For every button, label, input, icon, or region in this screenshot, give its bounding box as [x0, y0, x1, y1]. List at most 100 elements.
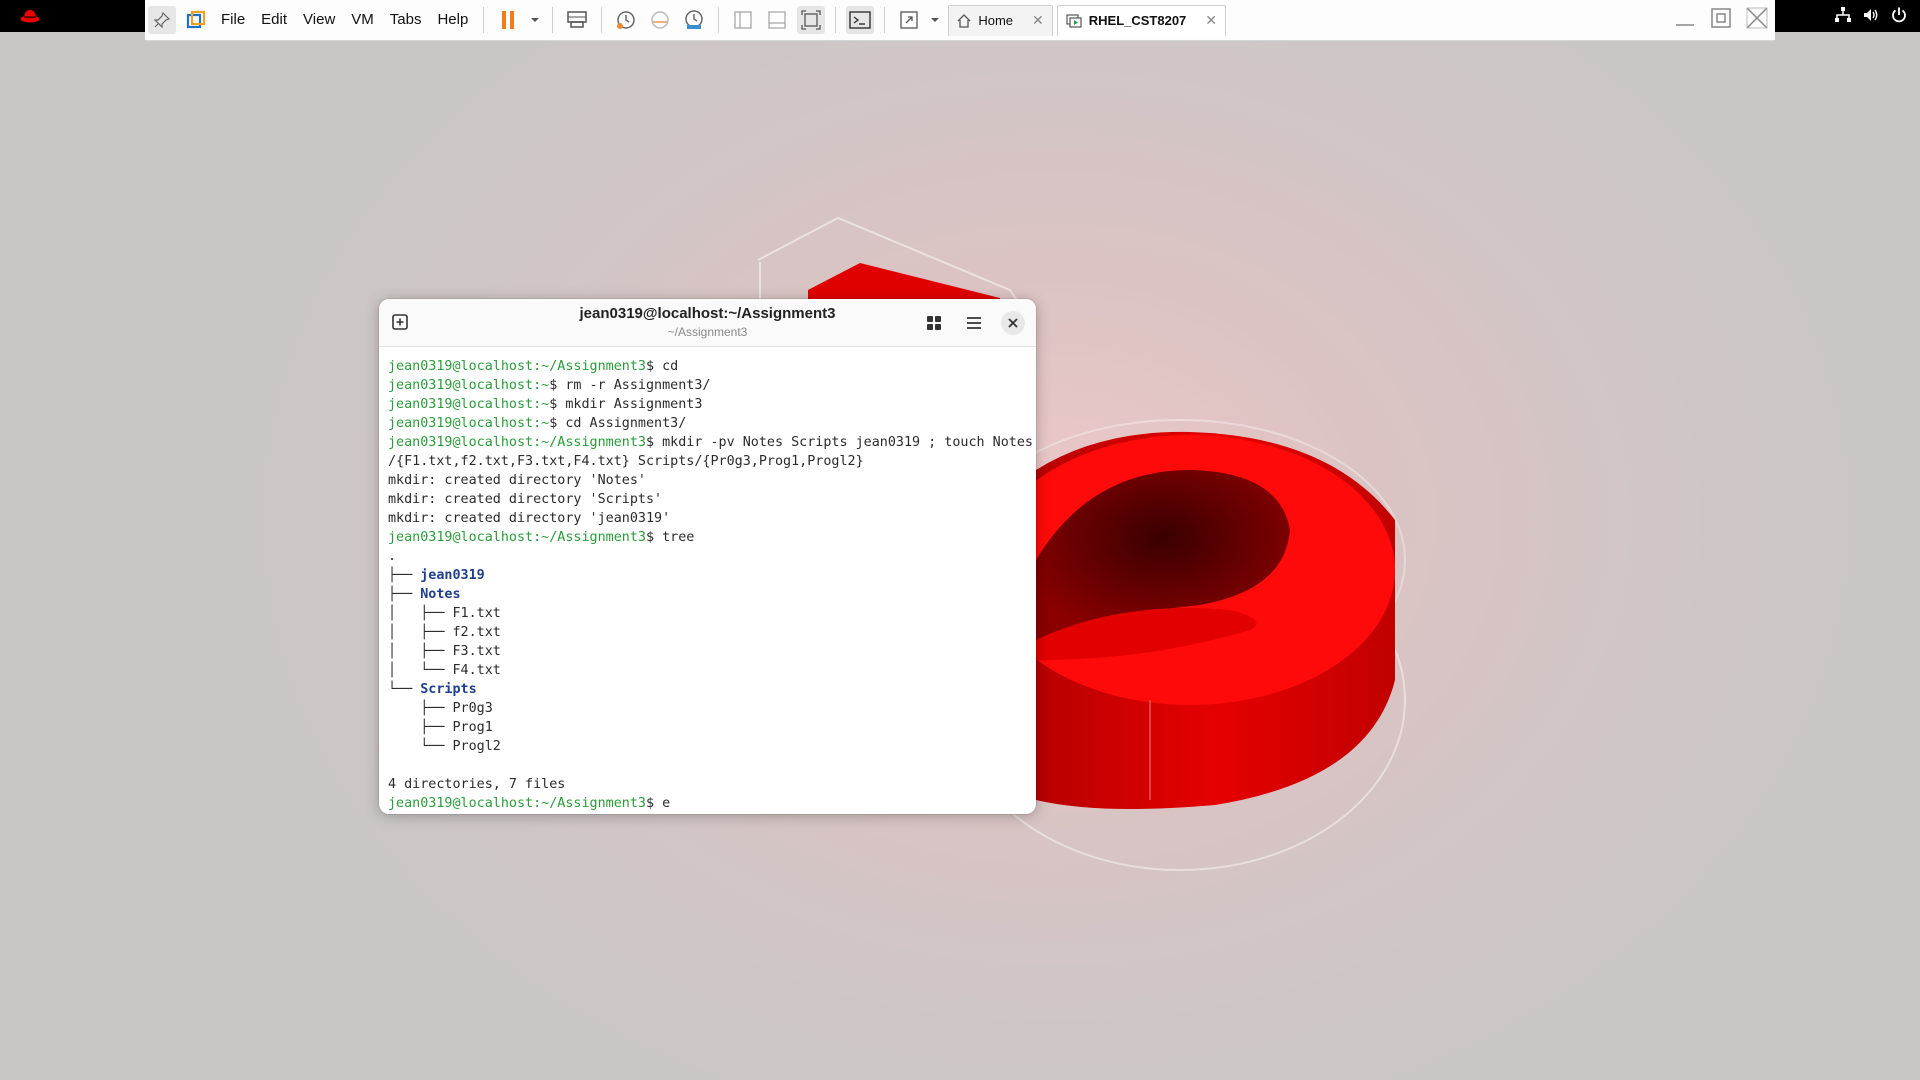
- prompt-path: :~/Assignment3: [533, 435, 646, 450]
- snapshot-manager-icon[interactable]: [680, 6, 708, 34]
- revert-snapshot-icon[interactable]: [646, 6, 674, 34]
- prompt-user-host: jean0319@localhost: [388, 378, 534, 393]
- toolbar-separator: [718, 7, 720, 33]
- toolbar-separator: [884, 7, 886, 33]
- prompt-user-host: jean0319@localhost: [388, 416, 534, 431]
- send-ctrl-alt-del-icon[interactable]: [563, 6, 591, 34]
- close-tab-rhel-icon[interactable]: ✕: [1205, 12, 1217, 29]
- show-thumbnail-bar-icon[interactable]: [763, 6, 791, 34]
- show-library-icon[interactable]: [729, 6, 757, 34]
- vm-icon: [1066, 13, 1082, 28]
- prompt-user-host: jean0319@localhost: [388, 435, 534, 450]
- menu-vm[interactable]: VM: [343, 0, 382, 40]
- terminal-line: │ └── F4.txt: [388, 661, 1036, 680]
- prompt-path: :~: [533, 397, 550, 412]
- close-tab-home-icon[interactable]: ✕: [1032, 12, 1044, 29]
- tree-file: Prog1: [452, 720, 493, 735]
- take-snapshot-icon[interactable]: [612, 6, 640, 34]
- tree-directory: jean0319: [420, 568, 485, 583]
- pause-icon[interactable]: [494, 6, 522, 34]
- tree-file: Progl2: [452, 739, 501, 754]
- main-menu-button[interactable]: [962, 311, 986, 335]
- terminal-line: jean0319@localhost:~/Assignment3$ e: [388, 794, 1036, 813]
- full-screen-icon[interactable]: [797, 6, 826, 34]
- terminal-line: ├── Notes: [388, 585, 1036, 604]
- terminal-line: ├── jean0319: [388, 566, 1036, 585]
- stretch-guest-icon[interactable]: [895, 6, 923, 34]
- prompt-path: :~/Assignment3: [533, 796, 646, 811]
- terminal-line: mkdir: created directory 'jean0319': [388, 509, 1036, 528]
- command-text: $ tree: [646, 530, 695, 545]
- minimize-icon[interactable]: [1673, 6, 1697, 30]
- menu-tabs[interactable]: Tabs: [382, 0, 430, 40]
- terminal-line: 4 directories, 7 files: [388, 775, 1036, 794]
- tree-branch: │ ├──: [388, 606, 453, 621]
- toolbar-separator: [552, 7, 554, 33]
- terminal-line: jean0319@localhost:~$ rm -r Assignment3/: [388, 376, 1036, 395]
- tab-home[interactable]: Home ✕: [948, 4, 1053, 36]
- power-icon[interactable]: [1890, 6, 1908, 24]
- command-text: $ cd Assignment3/: [549, 416, 687, 431]
- menu-edit[interactable]: Edit: [253, 0, 295, 40]
- terminal-line: └── Progl2: [388, 737, 1036, 756]
- tree-branch: │ └──: [388, 663, 453, 678]
- command-text: $ rm -r Assignment3/: [549, 378, 711, 393]
- network-icon[interactable]: [1834, 6, 1852, 24]
- prompt-path: :~/Assignment3: [533, 359, 646, 374]
- command-text: $ e: [646, 796, 671, 811]
- tree-branch: │ ├──: [388, 625, 453, 640]
- tree-branch: ├──: [388, 568, 421, 583]
- pin-toolbar-icon[interactable]: [148, 6, 176, 34]
- tree-directory: Notes: [420, 587, 461, 602]
- menu-view[interactable]: View: [295, 0, 343, 40]
- terminal-line: jean0319@localhost:~/Assignment3$ tree: [388, 528, 1036, 547]
- redhat-logo-icon[interactable]: [20, 8, 40, 24]
- output-text: mkdir: created directory 'jean0319': [388, 511, 671, 526]
- prompt-user-host: jean0319@localhost: [388, 530, 534, 545]
- vmware-logo-icon[interactable]: [182, 6, 210, 34]
- home-icon: [957, 13, 971, 28]
- tree-branch: ├──: [388, 587, 421, 602]
- terminal-line: jean0319@localhost:~/Assignment3$ mkdir …: [388, 433, 1036, 452]
- terminal-line: jean0319@localhost:~$ mkdir Assignment3: [388, 395, 1036, 414]
- terminal-line: jean0319@localhost:~$ cd Assignment3/: [388, 414, 1036, 433]
- tree-file: F4.txt: [452, 663, 501, 678]
- terminal-window[interactable]: jean0319@localhost:~/Assignment3 ~/Assig…: [379, 299, 1036, 814]
- tree-branch: ├──: [388, 720, 453, 735]
- terminal-line: │ ├── F1.txt: [388, 604, 1036, 623]
- toolbar-separator: [483, 7, 485, 33]
- command-text: $ mkdir Assignment3: [549, 397, 703, 412]
- tab-home-label: Home: [978, 13, 1014, 28]
- volume-icon[interactable]: [1862, 6, 1880, 24]
- terminal-line: └── Scripts: [388, 680, 1036, 699]
- close-window-icon[interactable]: [1745, 6, 1769, 30]
- stretch-dropdown-chevron-icon[interactable]: [929, 6, 941, 34]
- tree-file: f2.txt: [452, 625, 501, 640]
- terminal-line: ├── Prog1: [388, 718, 1036, 737]
- tab-rhel-cst8207[interactable]: RHEL_CST8207 ✕: [1056, 4, 1227, 36]
- power-dropdown-chevron-icon[interactable]: [528, 6, 542, 34]
- terminal-line: mkdir: created directory 'Notes': [388, 471, 1036, 490]
- restore-icon[interactable]: [1709, 6, 1733, 30]
- terminal-header-bar[interactable]: jean0319@localhost:~/Assignment3 ~/Assig…: [379, 299, 1036, 347]
- menu-help[interactable]: Help: [429, 0, 476, 40]
- grid-view-icon: [927, 316, 941, 330]
- output-text: /{F1.txt,f2.txt,F3.txt,F4.txt} Scripts/{…: [388, 454, 864, 469]
- tree-branch: ├──: [388, 701, 453, 716]
- terminal-output[interactable]: jean0319@localhost:~/Assignment3$ cd jean…: [379, 347, 1036, 813]
- console-view-icon[interactable]: [846, 6, 875, 34]
- tree-file: F3.txt: [452, 644, 501, 659]
- hamburger-menu-icon: [967, 317, 981, 329]
- command-text: $ cd: [646, 359, 679, 374]
- tree-directory: Scripts: [420, 682, 477, 697]
- menu-file[interactable]: File: [213, 0, 253, 40]
- prompt-user-host: jean0319@localhost: [388, 359, 534, 374]
- output-text: .: [388, 549, 397, 564]
- system-tray: [1834, 6, 1908, 24]
- terminal-line: mkdir: created directory 'Scripts': [388, 490, 1036, 509]
- close-terminal-button[interactable]: [1001, 311, 1025, 335]
- tree-branch: └──: [388, 682, 421, 697]
- terminal-line: jean0319@localhost:~/Assignment3$ cd: [388, 357, 1036, 376]
- tab-overview-button[interactable]: [922, 311, 946, 335]
